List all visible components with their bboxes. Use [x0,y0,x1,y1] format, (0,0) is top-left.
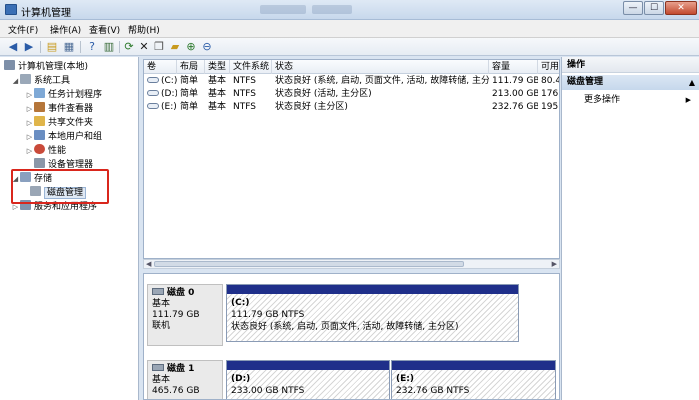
delete-icon[interactable]: ✕ [137,40,151,54]
expand-arrow-icon[interactable]: ▷ [25,145,34,158]
toolbar-separator [40,41,41,53]
partition-bar [227,361,389,370]
submenu-arrow-icon: ▶ [685,96,691,104]
volume-row[interactable]: (E:) 简单 基本 NTFS 状态良好 (主分区) 232.76 GB 195… [144,101,559,114]
menu-bar: 文件(F) 操作(A) 查看(V) 帮助(H) [0,20,699,38]
tree-item-performance[interactable]: ▷ 性能 [25,144,66,157]
column-header-status[interactable]: 状态 [272,60,489,74]
volume-icon [147,90,159,96]
zoom-in-icon[interactable]: ⊕ [184,40,198,54]
actions-pane: 操作 磁盘管理 ▲ 更多操作 ▶ [561,57,699,400]
title-bar: 计算机管理 — ☐ ✕ [0,0,699,20]
open-folder-icon[interactable]: ▰ [168,40,182,54]
column-header-layout[interactable]: 布局 [177,60,205,74]
disk-icon [152,288,164,295]
column-header-filesystem[interactable]: 文件系统 [230,60,272,74]
column-header-type[interactable]: 类型 [205,60,230,74]
volume-list-header: 卷 布局 类型 文件系统 状态 容量 可用 [144,60,559,74]
toolbar: ◀ ▶ ▤ ▦ ? ▥ ⟳ ✕ ❐ ▰ ⊕ ⊖ [0,38,699,56]
copy-icon[interactable]: ❐ [152,40,166,54]
navigation-tree: 计算机管理(本地) ◢ 系统工具 ▷ 任务计划程序 ▷ 事件查看器 ▷ 共享文件夹 ▷ 本… [0,57,139,400]
expand-arrow-icon[interactable]: ▷ [25,131,34,144]
tree-item-task-scheduler[interactable]: ▷ 任务计划程序 [25,88,102,101]
computer-management-icon [5,4,17,15]
computer-icon [4,60,15,70]
volume-list: 卷 布局 类型 文件系统 状态 容量 可用 (C:) 简单 基本 NTFS 状态… [143,59,560,259]
volume-icon [147,77,159,83]
disk-label[interactable]: 磁盘 1 基本 465.76 GB [147,360,223,399]
window-title: 计算机管理 [21,8,71,19]
scroll-right-icon[interactable]: ▶ [552,260,557,268]
expand-arrow-icon[interactable]: ▷ [25,117,34,130]
center-pane: 卷 布局 类型 文件系统 状态 容量 可用 (C:) 简单 基本 NTFS 状态… [140,57,560,400]
tree-item-local-users[interactable]: ▷ 本地用户和组 [25,130,102,143]
partition-e[interactable]: (E:) 232.76 GB NTFS [391,360,556,399]
scrollbar-thumb[interactable] [154,261,464,267]
device-manager-icon [34,158,45,168]
disk-map: 磁盘 0 基本 111.79 GB 联机 (C:) 111.79 GB NTFS… [143,273,560,400]
tree-root[interactable]: 计算机管理(本地) [4,60,88,73]
actions-section-disk-management[interactable]: 磁盘管理 ▲ [562,75,699,90]
expand-arrow-icon[interactable]: ▷ [25,103,34,116]
performance-icon [34,144,45,154]
expand-arrow-icon[interactable]: ▷ [25,89,34,102]
partition-bar [392,361,555,370]
back-icon[interactable]: ◀ [6,40,20,54]
menu-view[interactable]: 查看(V) [89,23,120,36]
help-icon[interactable]: ? [85,40,99,54]
volume-row[interactable]: (D:) 简单 基本 NTFS 状态良好 (活动, 主分区) 213.00 GB… [144,88,559,101]
partition-bar [227,285,518,294]
collapse-caret-icon[interactable]: ▲ [689,75,695,90]
toolbar-separator [80,41,81,53]
background-window-glimpse [260,5,306,14]
tree-item-event-viewer[interactable]: ▷ 事件查看器 [25,102,93,115]
partition-d[interactable]: (D:) 233.00 GB NTFS [226,360,390,399]
close-button[interactable]: ✕ [665,1,697,15]
maximize-button[interactable]: ☐ [644,1,664,15]
forward-icon[interactable]: ▶ [22,40,36,54]
partition-c[interactable]: (C:) 111.79 GB NTFS 状态良好 (系统, 启动, 页面文件, … [226,284,519,342]
zoom-out-icon[interactable]: ⊖ [200,40,214,54]
volume-row[interactable]: (C:) 简单 基本 NTFS 状态良好 (系统, 启动, 页面文件, 活动, … [144,75,559,88]
refresh-icon[interactable]: ⟳ [122,40,136,54]
annotation-highlight-box [11,169,109,204]
shared-folder-icon [34,116,45,126]
volume-icon [147,103,159,109]
tree-item-shared-folders[interactable]: ▷ 共享文件夹 [25,116,93,129]
more-actions-item[interactable]: 更多操作 ▶ [562,93,699,107]
disk-icon [152,364,164,371]
show-tree-icon[interactable]: ▦ [62,40,76,54]
properties-icon[interactable]: ▥ [102,40,116,54]
tree-system-tools[interactable]: ◢ 系统工具 [11,74,70,87]
users-icon [34,130,45,140]
column-header-capacity[interactable]: 容量 [489,60,538,74]
scroll-left-icon[interactable]: ◀ [146,260,151,268]
column-header-free[interactable]: 可用 [538,60,559,74]
minimize-button[interactable]: — [623,1,643,15]
menu-help[interactable]: 帮助(H) [128,23,160,36]
up-folder-icon[interactable]: ▤ [45,40,59,54]
tools-icon [20,74,31,84]
disk-label[interactable]: 磁盘 0 基本 111.79 GB 联机 [147,284,223,346]
menu-action[interactable]: 操作(A) [50,23,81,36]
actions-header: 操作 [562,57,699,73]
collapse-arrow-icon[interactable]: ◢ [11,75,20,88]
background-window-glimpse-2 [312,5,352,14]
menu-file[interactable]: 文件(F) [8,23,38,36]
toolbar-separator [119,41,120,53]
horizontal-scrollbar[interactable]: ◀ ▶ [143,259,560,269]
column-header-volume[interactable]: 卷 [144,60,177,74]
event-viewer-icon [34,102,45,112]
task-scheduler-icon [34,88,45,98]
